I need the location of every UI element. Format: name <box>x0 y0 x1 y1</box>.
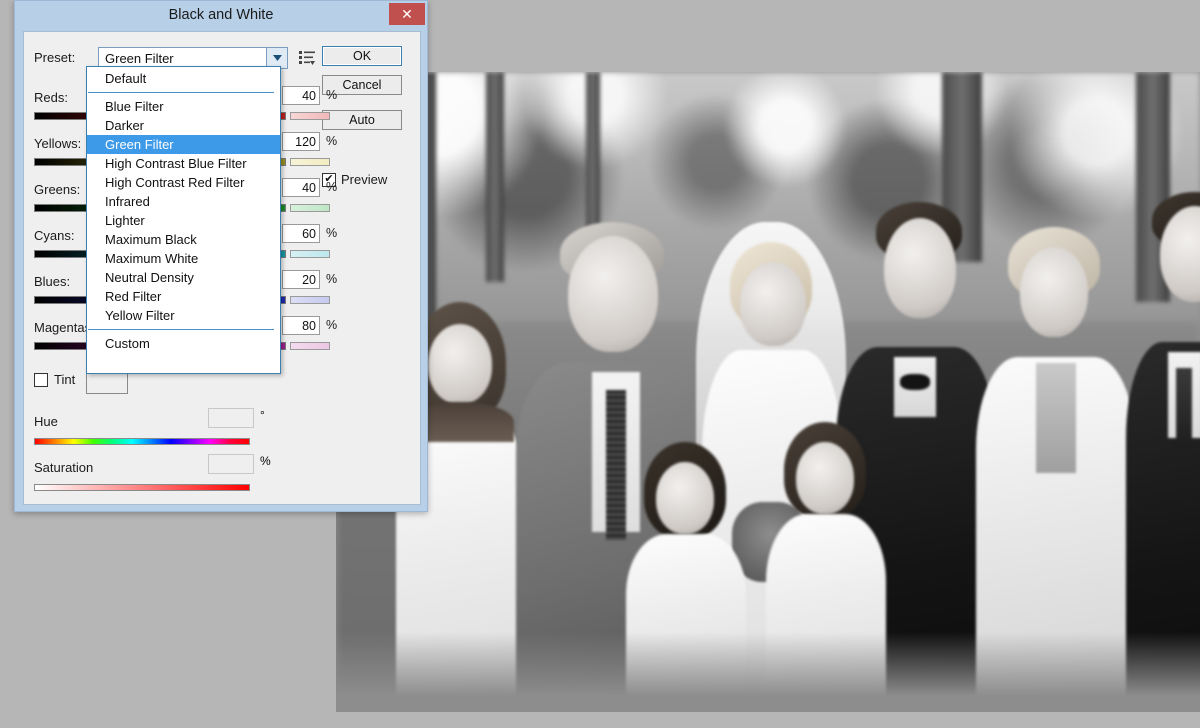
saturation-label: Saturation <box>34 460 94 475</box>
channel-tint-strip <box>290 158 330 166</box>
dialog-titlebar[interactable]: Black and White ✕ <box>15 1 427 29</box>
preset-selected-value: Green Filter <box>105 51 174 66</box>
channel-tint-strip <box>290 250 330 258</box>
photo-tree-trunk <box>586 72 600 242</box>
preset-option-high-contrast-blue-filter[interactable]: High Contrast Blue Filter <box>87 154 280 173</box>
channel-unit: % <box>326 318 338 332</box>
preset-option-maximum-black[interactable]: Maximum Black <box>87 230 280 249</box>
channel-value-input[interactable]: 40 <box>282 86 320 105</box>
preset-option-lighter[interactable]: Lighter <box>87 211 280 230</box>
channel-tint-strip <box>290 112 330 120</box>
checkbox-unchecked-icon[interactable] <box>34 372 48 387</box>
preset-option-green-filter[interactable]: Green Filter <box>87 135 280 154</box>
channel-value-input[interactable]: 60 <box>282 224 320 243</box>
preset-option-high-contrast-red-filter[interactable]: High Contrast Red Filter <box>87 173 280 192</box>
tint-checkbox[interactable]: Tint <box>34 372 75 387</box>
dialog-title: Black and White <box>168 7 274 23</box>
preset-option-blue-filter[interactable]: Blue Filter <box>87 97 280 116</box>
preset-dropdown-list[interactable]: Default Blue Filter Darker Green Filter … <box>86 66 281 374</box>
image-canvas[interactable] <box>336 72 1200 712</box>
preset-option-maximum-white[interactable]: Maximum White <box>87 249 280 268</box>
close-icon[interactable]: ✕ <box>389 3 425 25</box>
channel-unit: % <box>326 272 338 286</box>
saturation-input[interactable] <box>208 454 254 474</box>
channel-value-input[interactable]: 20 <box>282 270 320 289</box>
hue-input[interactable] <box>208 408 254 428</box>
channel-value-input[interactable]: 40 <box>282 178 320 197</box>
channel-unit: % <box>326 88 338 102</box>
ok-button[interactable]: OK <box>322 46 402 66</box>
hue-label: Hue <box>34 414 58 429</box>
channel-unit: % <box>326 180 338 194</box>
preset-option-darker[interactable]: Darker <box>87 116 280 135</box>
channel-label: Blues: <box>34 274 71 289</box>
channel-label: Cyans: <box>34 228 75 243</box>
channel-label: Reds: <box>34 90 68 105</box>
chevron-down-icon[interactable] <box>266 48 287 68</box>
channel-label: Yellows: <box>34 136 82 151</box>
preset-option-default[interactable]: Default <box>87 69 280 88</box>
tint-label: Tint <box>54 372 76 387</box>
preset-option-custom[interactable]: Custom <box>87 334 280 353</box>
menu-separator <box>88 92 274 93</box>
menu-separator <box>88 329 274 330</box>
preset-option-red-filter[interactable]: Red Filter <box>87 287 280 306</box>
photo-tree-trunk <box>486 72 504 282</box>
channel-unit: % <box>326 134 338 148</box>
preset-label: Preset: <box>34 50 76 65</box>
preset-option-neutral-density[interactable]: Neutral Density <box>87 268 280 287</box>
channel-label: Greens: <box>34 182 81 197</box>
hue-unit: ° <box>260 408 265 422</box>
saturation-slider-track[interactable] <box>34 484 250 491</box>
channel-unit: % <box>326 226 338 240</box>
hue-slider-track[interactable] <box>34 438 250 445</box>
saturation-unit: % <box>260 454 271 468</box>
preset-option-infrared[interactable]: Infrared <box>87 192 280 211</box>
channel-value-input[interactable]: 80 <box>282 316 320 335</box>
preset-options-icon[interactable] <box>299 50 317 66</box>
channel-tint-strip <box>290 296 330 304</box>
preset-option-yellow-filter[interactable]: Yellow Filter <box>87 306 280 325</box>
channel-value-input[interactable]: 120 <box>282 132 320 151</box>
channel-tint-strip <box>290 204 330 212</box>
photo-foreground-blend <box>336 632 1200 712</box>
channel-tint-strip <box>290 342 330 350</box>
